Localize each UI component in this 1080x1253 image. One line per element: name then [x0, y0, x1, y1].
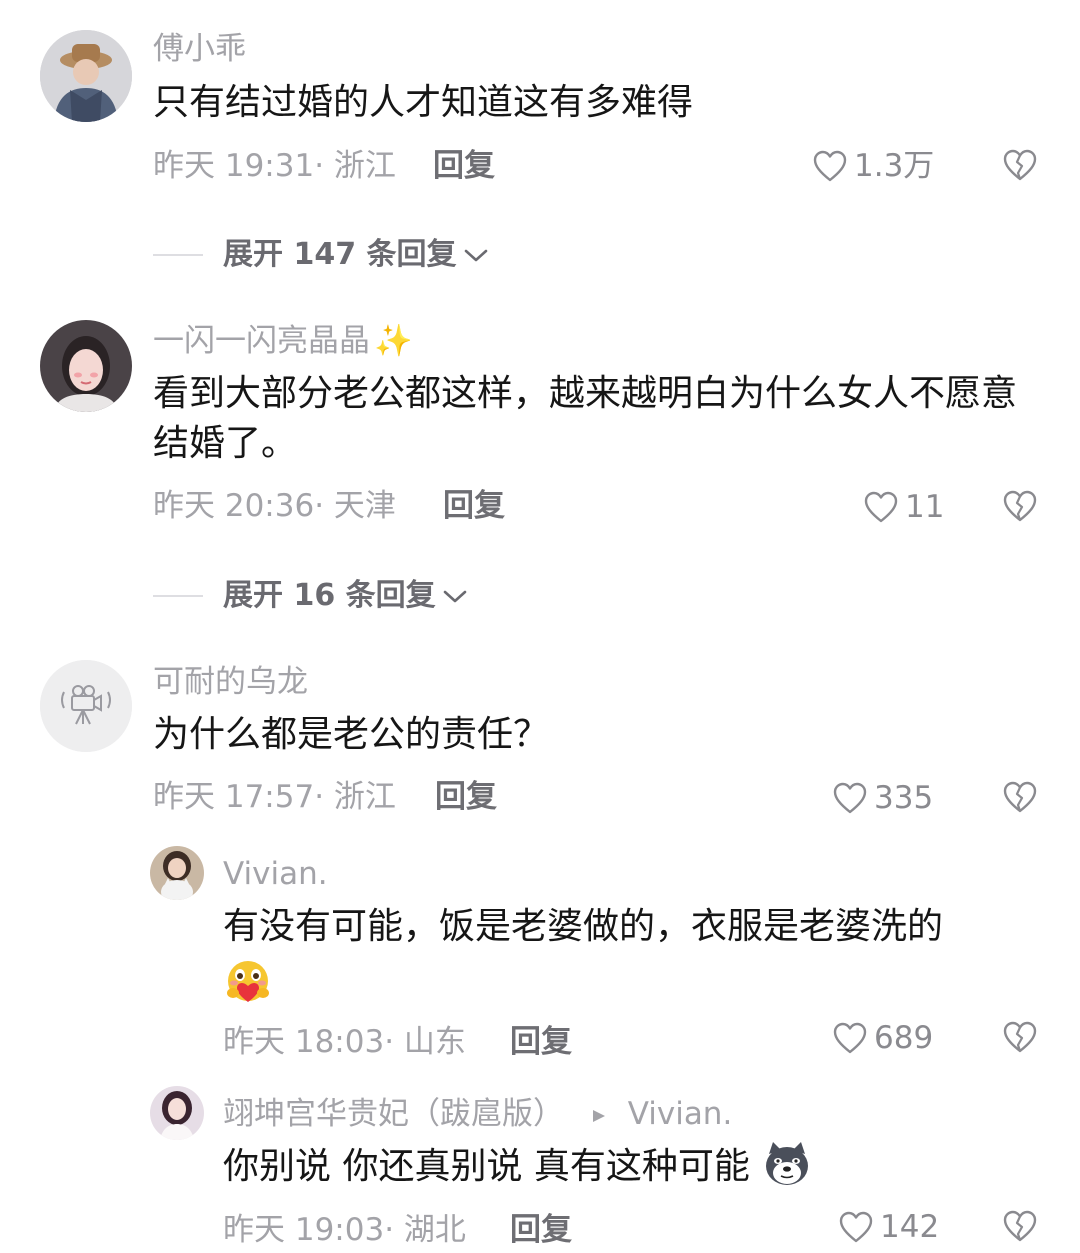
divider-line [153, 254, 203, 256]
broken-heart-icon [1003, 1210, 1037, 1242]
reply-username[interactable]: 翊坤宫华贵妃（跋扈版） [223, 1096, 564, 1132]
heart-outline-icon [833, 1022, 867, 1054]
expand-replies-label: 展开 16 条回复 [223, 578, 436, 613]
expand-replies-label: 展开 147 条回复 [223, 237, 457, 272]
broken-heart-icon [1003, 1021, 1037, 1053]
chevron-down-icon [464, 249, 487, 262]
broken-heart-icon [1003, 781, 1037, 813]
comment-text: 看到大部分老公都这样，越来越明白为什么女人不愿意结婚了。 [153, 373, 1018, 464]
reply-avatar[interactable] [150, 846, 204, 900]
avatar[interactable] [40, 660, 132, 752]
reply-button[interactable]: 回复 [510, 1022, 572, 1062]
like-button[interactable]: 335 [832, 778, 933, 818]
triangle-right-icon [592, 1109, 605, 1122]
doge-emoji [761, 1140, 813, 1188]
comment-meta: 昨天 20:36· 天津 [153, 488, 396, 524]
reply-username[interactable]: Vivian. [223, 855, 328, 893]
reply-username-line: 翊坤宫华贵妃（跋扈版） Vivian. [223, 1095, 732, 1133]
like-button[interactable]: 142 [838, 1207, 939, 1247]
dislike-button[interactable] [1002, 780, 1038, 818]
heart-outline-icon [833, 782, 867, 814]
dislike-button[interactable] [1002, 489, 1038, 527]
like-button[interactable]: 689 [832, 1018, 933, 1058]
reply-button[interactable]: 回复 [510, 1210, 572, 1250]
divider-line [153, 595, 203, 597]
reply-avatar[interactable] [150, 1086, 204, 1140]
chevron-down-icon [443, 590, 466, 603]
reply-text: 有没有可能，饭是老婆做的，衣服是老婆洗的 [223, 902, 1023, 1014]
hug-emoji [223, 958, 273, 1008]
expand-replies-button[interactable]: 展开 147 条回复 [153, 235, 489, 275]
heart-outline-icon [813, 150, 847, 182]
like-button[interactable]: 11 [863, 487, 944, 527]
comment-username[interactable]: 一闪一闪亮晶晶 ✨ [153, 322, 413, 360]
reply-button[interactable]: 回复 [435, 777, 497, 817]
reply-to-username[interactable]: Vivian. [628, 1096, 733, 1132]
sparkles-emoji: ✨ [374, 323, 413, 359]
comment-username[interactable]: 可耐的乌龙 [153, 663, 308, 701]
broken-heart-icon [1003, 490, 1037, 522]
broken-heart-icon [1003, 149, 1037, 181]
dislike-button[interactable] [1002, 1020, 1038, 1058]
comment-text: 只有结过婚的人才知道这有多难得 [153, 82, 694, 123]
reply-text-content: 有没有可能，饭是老婆做的，衣服是老婆洗的 [223, 906, 944, 947]
like-count: 335 [874, 780, 934, 816]
dislike-button[interactable] [1002, 148, 1038, 186]
comment-meta: 昨天 17:57· 浙江 [153, 779, 396, 815]
like-count: 11 [905, 489, 945, 525]
reply-meta: 昨天 18:03· 山东 [223, 1024, 466, 1060]
expand-replies-button[interactable]: 展开 16 条回复 [153, 576, 468, 616]
username-text: 一闪一闪亮晶晶 [153, 323, 370, 359]
reply-button[interactable]: 回复 [443, 486, 505, 526]
comment-text: 为什么都是老公的责任？ [153, 714, 550, 755]
reply-button[interactable]: 回复 [433, 146, 495, 186]
reply-text-content: 你别说 你还真别说 真有这种可能 [223, 1146, 750, 1187]
reply-meta: 昨天 19:03· 湖北 [223, 1212, 466, 1248]
comment-username[interactable]: 傅小乖 [153, 30, 246, 68]
heart-outline-icon [839, 1211, 873, 1243]
like-button[interactable]: 1.3万 [812, 146, 934, 186]
camera-placeholder-icon [40, 660, 132, 752]
heart-outline-icon [864, 491, 898, 523]
reply-text: 你别说 你还真别说 真有这种可能 [223, 1142, 1023, 1192]
avatar[interactable] [40, 30, 132, 122]
avatar[interactable] [40, 320, 132, 412]
dislike-button[interactable] [1002, 1209, 1038, 1247]
like-count: 689 [874, 1020, 934, 1056]
comment-meta: 昨天 19:31· 浙江 [153, 148, 396, 184]
like-count: 1.3万 [854, 148, 935, 184]
like-count: 142 [880, 1209, 940, 1245]
